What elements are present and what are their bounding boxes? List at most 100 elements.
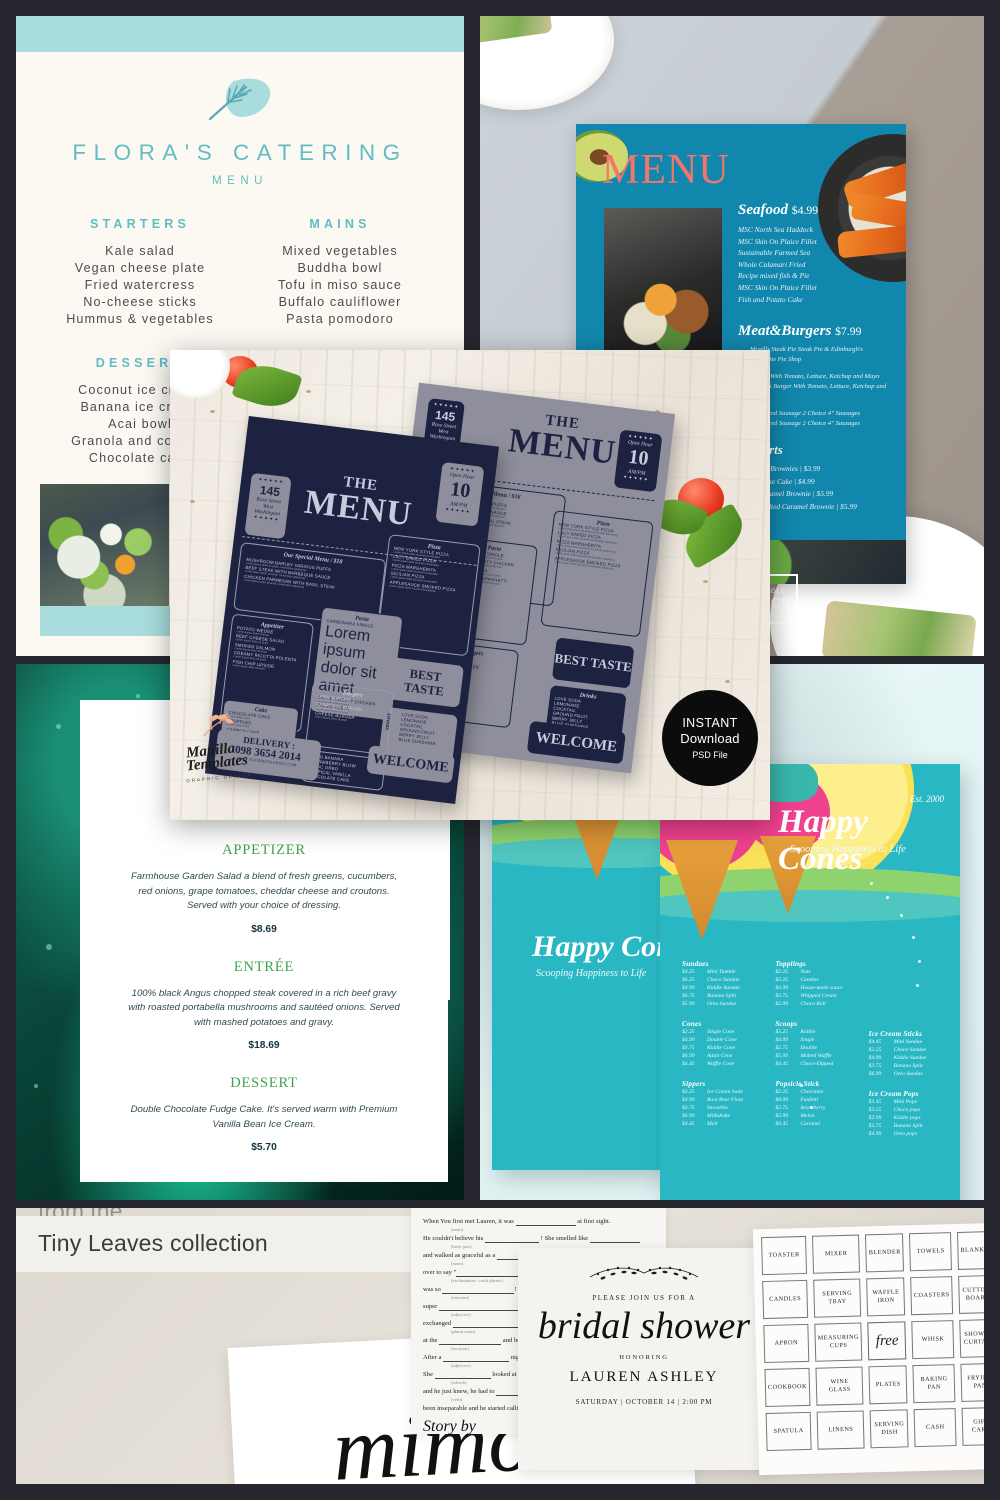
badge-line-2: Download <box>680 731 740 746</box>
instant-download-badge[interactable]: INSTANT Download PSD File <box>662 690 758 786</box>
section-description: Double Chocolate Fudge Cake. It's served… <box>130 1104 398 1130</box>
section-items: MSC North Sea Haddock MSC Skin On Plaice… <box>738 224 898 305</box>
page-subtitle: MENU <box>212 175 268 187</box>
section-price: $8.69 <box>251 923 277 935</box>
list-item: MSC Skin On Plaice Fillet <box>738 282 817 292</box>
price-row: $6.99 Milkshake <box>682 1113 730 1119</box>
group-heading: Popsicle Stick <box>775 1080 820 1088</box>
section-heading: DESSERT <box>230 1075 298 1091</box>
bingo-cell: SERVING TRAY <box>813 1278 862 1318</box>
price-row: $4.99 House-made sauce <box>775 985 843 991</box>
price-row: $3.75 Banana Split <box>868 1063 923 1069</box>
price-group-sundaes: Sundaes $4.25 Mini Tumble $6.25 Choco Sund… <box>682 960 765 1008</box>
bingo-cell: BLENDER <box>865 1233 905 1273</box>
price-row: $6.25 Choco Sundae <box>682 977 740 983</box>
price-row: $4.99 Root Beer Float <box>682 1097 744 1103</box>
moodboard-canvas: FLORA'S CATERING MENU STARTERS Kale sala… <box>0 0 1000 1500</box>
bingo-cell: WHISK <box>911 1320 955 1360</box>
leaf-wreath-icon-small <box>518 1262 770 1284</box>
price-row: $6.99 Adult Cone <box>682 1053 733 1059</box>
photo-salad <box>40 484 170 610</box>
price-row: $3.75 Smoothie <box>682 1105 728 1111</box>
price-row: $6.75 Banana Split <box>682 993 737 999</box>
price-group-cones: Cones $2.25 Single Cone $4.99 Double Cone … <box>682 1020 765 1068</box>
invite-date: SATURDAY | OCTOBER 14 | 2:00 PM <box>575 1398 713 1406</box>
panel-tiny-leaves: from the Tiny Leaves collection <box>16 1208 984 1484</box>
happy-cones-card-front: Est. 2000 Happy Cones Scooping Happiness… <box>660 764 960 1200</box>
bingo-cell: SERVING DISH <box>869 1409 909 1449</box>
price-row: $5.99 Oreo Sundae <box>682 1001 737 1007</box>
price-row: $5.99 Malted Waffle <box>775 1053 832 1059</box>
price-row: $2.75 Double <box>775 1045 817 1051</box>
card-title: Happy Cones <box>778 804 868 877</box>
price-row: $2.25 Choco Sundae <box>868 1047 927 1053</box>
best-taste-tag: BEST TASTE <box>385 657 465 708</box>
list-item: Recipe mixed fish & Pie <box>738 271 810 281</box>
price-row: $3.25 Candies <box>775 977 819 983</box>
section-heading: Meat&Burgers $7.99 <box>738 323 862 340</box>
menu-columns-top: STARTERS Kale salad Vegan cheese plate F… <box>40 217 440 328</box>
page-title: FLORA'S CATERING <box>72 140 408 165</box>
manilla-templates-logo: Manilla Templates GRAPHIC DESIGN <box>185 712 272 792</box>
section-items: Mixed vegetables Buddha bowl Tofu in mis… <box>240 243 440 328</box>
price-row: $8.99 Funfetti <box>775 1097 819 1103</box>
menu-block-entree: ENTRÉE 100% black Angus chopped steak co… <box>124 959 404 1052</box>
bingo-cell: APRON <box>763 1323 810 1364</box>
bingo-cell: GIFT CARD <box>961 1406 984 1446</box>
price-row: $6.99 Oreo Sundae <box>868 1071 923 1077</box>
bingo-cell-free: free <box>867 1321 907 1361</box>
price-row: $3.45 Mini Pops <box>868 1099 917 1105</box>
price-column-3: Ice Cream Sticks $4.45 Mini Sundae $2.25 C… <box>869 960 952 1150</box>
bingo-grid: TOASTER MIXER BLENDER TOWELS BLANKET CAN… <box>761 1230 984 1452</box>
price-row: $4.25 Mini Tumble <box>682 969 736 975</box>
section-price: $5.70 <box>251 1142 277 1153</box>
list-item: Tofu in miso sauce <box>277 278 403 292</box>
price-row: $4.99 Kiddie Sundae <box>868 1055 927 1061</box>
price-row: $4.99 Oreo pops <box>868 1131 917 1137</box>
badge-line-1: INSTANT <box>682 716 738 730</box>
bingo-cell: MIXER <box>812 1234 861 1274</box>
list-item: Buffalo cauliflower <box>278 295 402 309</box>
price-row: $4.45 Malt <box>682 1121 718 1127</box>
list-item: Whole Calamari Fried <box>738 259 806 269</box>
bingo-cell: PLATES <box>868 1365 908 1405</box>
best-taste-tag: BEST TASTE <box>551 637 635 689</box>
invite-title: bridal shower <box>537 1305 751 1347</box>
section-price: $4.99 <box>791 204 819 217</box>
group-heading: Topplings <box>775 960 807 968</box>
price-row: $3.25 Ice Cream Soda <box>682 1089 743 1095</box>
price-group-topplings: Topplings $2.25 Nuts $3.25 Candies $4.99 Ho… <box>775 960 858 1008</box>
menu-section-starters: STARTERS Kale salad Vegan cheese plate F… <box>40 217 240 328</box>
group-heading: Ice Cream Pops <box>868 1090 919 1098</box>
list-item: Vegan cheese plate <box>74 261 206 275</box>
bingo-cell: WINE GLASS <box>815 1366 864 1406</box>
price-row: $3.75 Kiddie Cone <box>682 1045 736 1051</box>
leaf-icon <box>40 74 440 126</box>
bingo-cell: TOWELS <box>909 1232 953 1272</box>
menu-section-mains: MAINS Mixed vegetables Buddha bowl Tofu … <box>240 217 440 328</box>
bingo-cell: MEASURING CUPS <box>814 1322 863 1362</box>
price-row: $4.99 Kiddie Sundae <box>682 985 740 991</box>
list-item: No-cheese sticks <box>83 295 197 309</box>
bingo-cell: CUTTING BOARD <box>958 1274 984 1314</box>
price-row: $2.99 Choco Roll <box>775 1001 826 1007</box>
bingo-cell: COOKBOOK <box>764 1367 811 1408</box>
list-item: Sustainable Farmed Sea <box>738 248 811 258</box>
group-heading: Sippers <box>682 1080 706 1088</box>
section-heading: APPETIZER <box>222 842 306 858</box>
invite-honoree-name: LAUREN ASHLEY <box>569 1369 719 1385</box>
price-column-2: Topplings $2.25 Nuts $3.25 Candies $4.99 Ho… <box>775 960 858 1150</box>
flyer-title: MENU <box>602 147 730 193</box>
bingo-cell: BLANKET <box>957 1230 984 1270</box>
card-tagline: Scooping Happiness to Life <box>790 844 906 855</box>
list-item: Burger With Tomato, Lettuce, Ketchup and… <box>750 373 880 381</box>
price-column-1: Sundaes $4.25 Mini Tumble $6.25 Choco Sund… <box>682 960 765 1150</box>
price-row: $4.99 Single <box>775 1037 815 1043</box>
bingo-cell: COASTERS <box>910 1276 954 1316</box>
invite-honoring-label: HONORING <box>619 1354 669 1361</box>
bingo-cell: CASH <box>913 1408 957 1448</box>
bingo-cell: LINENS <box>816 1410 865 1450</box>
price-group-sippers: Sippers $3.25 Ice Cream Soda $4.99 Root Be… <box>682 1080 765 1128</box>
top-accent-band <box>16 16 464 52</box>
est-label: Est. 2000 <box>909 794 944 804</box>
